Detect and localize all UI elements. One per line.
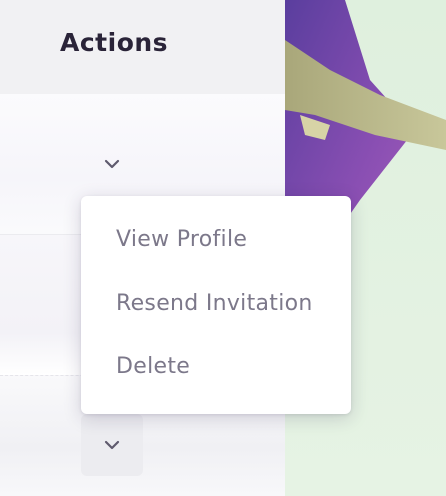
row-actions-toggle-button[interactable] [81, 133, 143, 195]
row-actions-dropdown-menu: View Profile Resend Invitation Delete [81, 196, 351, 414]
menu-item-view-profile[interactable]: View Profile [116, 227, 247, 252]
chevron-down-icon [104, 159, 120, 169]
screen: Actions View Profile Resend Invitation D… [0, 0, 446, 496]
table-header: Actions [0, 0, 285, 94]
menu-item-resend-invitation[interactable]: Resend Invitation [116, 291, 313, 316]
chevron-down-icon [104, 440, 120, 450]
row-actions-toggle-button[interactable] [81, 414, 143, 476]
actions-column-header: Actions [60, 28, 169, 57]
menu-item-delete[interactable]: Delete [116, 354, 190, 379]
